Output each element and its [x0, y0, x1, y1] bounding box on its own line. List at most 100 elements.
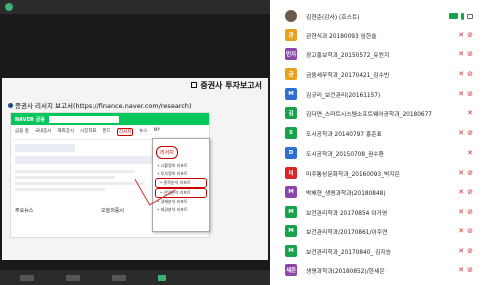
participant-status: ✕: [467, 108, 473, 117]
participant-name: 보건관리학과_20170840_ 김지승: [306, 249, 392, 256]
participant-status: ✕: [467, 148, 473, 157]
avatar: 미: [285, 167, 297, 179]
research-dropdown-header: 리서치: [156, 146, 178, 159]
participant-row[interactable]: 관 관현식과 20180093 임한솔 ✕ ⊘: [272, 25, 485, 45]
participant-row[interactable]: 김현준(강사) (호스트): [272, 6, 485, 26]
naver-menu-item: 시장지표: [79, 129, 97, 134]
research-dropdown-item: • 경제분석 리포트: [157, 199, 188, 204]
naver-menu-item: MY: [153, 128, 161, 133]
camera-off-icon: ⊘: [467, 49, 473, 58]
avatar: D: [285, 147, 297, 159]
participant-row[interactable]: 민지 광고홍보학과_20150572_유윈지 ✕ ⊘: [272, 44, 485, 64]
bullet-icon: [8, 103, 13, 108]
participant-row[interactable]: S 도시공학과 20140797 홍준표 ✕ ⊘: [272, 123, 485, 143]
slide-title: 증권사 투자보고서: [191, 80, 262, 91]
avatar: 김: [285, 107, 297, 119]
participant-row[interactable]: 김 김다연_스마트시스템소프트웨어공학과_20180677 ✕: [272, 103, 485, 123]
participant-status: ✕ ⊘: [458, 168, 473, 177]
naver-search-box: [48, 115, 119, 123]
participant-row[interactable]: D 도시공학과_20150708_권수환 ✕: [272, 143, 485, 163]
mic-off-icon: ✕: [458, 265, 465, 274]
toolbar-control[interactable]: [66, 274, 80, 281]
mic-off-icon: ✕: [458, 49, 465, 58]
participant-status: ✕ ⊘: [458, 187, 473, 196]
participant-row[interactable]: M 보건관리학과 20170854 이가영 ✕ ⊘: [272, 202, 485, 222]
mic-off-icon: ✕: [458, 128, 465, 137]
participants-panel: 김현준(강사) (호스트) 관 관현식과 20180093 임한솔 ✕ ⊘ 민지 광고홍보학…: [272, 0, 485, 285]
camera-off-icon: ⊘: [467, 89, 473, 98]
camera-off-icon: ⊘: [467, 265, 473, 274]
camera-off-icon: ⊘: [467, 128, 473, 137]
participant-name: 박해현_생명과학과(20180848): [306, 190, 386, 197]
participant-name: 미주통상문화학과_20160093_박지은: [306, 171, 400, 178]
avatar: 금: [285, 68, 297, 80]
avatar: 관: [285, 29, 297, 41]
avatar: M: [285, 245, 297, 257]
camera-off-icon: ⊘: [467, 187, 473, 196]
avatar: M: [285, 225, 297, 237]
participant-name: 김규리_보건관리(20161157): [306, 92, 381, 99]
camera-on-icon: [449, 13, 458, 19]
research-dropdown-item: • 채권분석 리포트: [157, 207, 188, 212]
participant-row[interactable]: 미 미주통상문화학과_20160093_박지은 ✕ ⊘: [272, 163, 485, 183]
mic-off-icon: ✕: [458, 187, 465, 196]
avatar: S: [285, 127, 297, 139]
camera-off-icon: ⊘: [467, 168, 473, 177]
avatar: 민지: [285, 48, 297, 60]
naver-menu-item: 해외증시: [57, 129, 74, 134]
naver-logo: NAVER 금융: [15, 116, 45, 123]
camera-off-icon: ⊘: [467, 246, 473, 255]
mic-off-icon: ✕: [458, 246, 465, 255]
naver-menu-item-active: 리서치: [116, 128, 134, 136]
participant-row[interactable]: M 보건관리학과_20170840_ 김지승 ✕ ⊘: [272, 241, 485, 261]
participant-status: [449, 12, 473, 20]
video-pane: 증권사 투자보고서 증권사 리서치 보고서(https://finance.na…: [0, 0, 270, 285]
naver-menu-item: 뉴스: [139, 129, 148, 134]
toolbar-control[interactable]: [158, 274, 166, 281]
avatar: M: [285, 186, 297, 198]
mic-off-icon: ✕: [467, 148, 473, 157]
mic-on-icon: [461, 12, 464, 20]
naver-menu-item: 금융 홈: [15, 129, 29, 134]
mic-off-icon: ✕: [458, 226, 465, 235]
mic-off-icon: ✕: [467, 108, 473, 117]
toolbar-control[interactable]: [112, 274, 126, 281]
status-indicator-icon: [5, 3, 13, 11]
avatar-photo: [285, 10, 297, 22]
shared-slide: 증권사 투자보고서 증권사 리서치 보고서(https://finance.na…: [2, 78, 268, 260]
participant-status: ✕ ⊘: [458, 128, 473, 137]
naver-section-label: 주요뉴스: [15, 208, 34, 214]
naver-menu-item: 국내증시: [34, 129, 52, 134]
camera-off-icon: ⊘: [467, 30, 473, 39]
participant-row[interactable]: 세은 생명과학과(20180852)/한세은 ✕ ⊘: [272, 260, 485, 280]
participant-status: ✕ ⊘: [458, 30, 473, 39]
participant-name: 보건관리학과/20170861/이주연: [306, 229, 388, 236]
video-bottom-bar: [0, 270, 270, 285]
participant-status: ✕ ⊘: [458, 246, 473, 255]
camera-off-icon: ⊘: [467, 226, 473, 235]
participant-name: 금융세무학과_20170421_김수빈: [306, 72, 390, 79]
mic-off-icon: ✕: [458, 207, 465, 216]
participant-name: 도시공학과_20150708_권수환: [306, 151, 384, 158]
naver-header-bar: NAVER 금융: [11, 113, 209, 125]
participant-row[interactable]: M 김규리_보건관리(20161157) ✕ ⊘: [272, 84, 485, 104]
participant-name: 생명과학과(20180852)/한세은: [306, 268, 385, 275]
toolbar-control[interactable]: [20, 274, 34, 281]
mic-off-icon: ✕: [458, 69, 465, 78]
mic-off-icon: ✕: [458, 168, 465, 177]
participant-status: ✕ ⊘: [458, 207, 473, 216]
naver-section-label: 오늘의증시: [101, 208, 125, 214]
naver-content-block: [15, 144, 75, 152]
camera-off-icon: ⊘: [467, 69, 473, 78]
participant-name: 광고홍보학과_20150572_유윈지: [306, 52, 390, 59]
mic-off-icon: ✕: [458, 30, 465, 39]
naver-menu-item: 펀드: [102, 129, 111, 134]
participant-row[interactable]: M 박해현_생명과학과(20180848) ✕ ⊘: [272, 182, 485, 202]
participant-row[interactable]: M 보건관리학과/20170861/이주연 ✕ ⊘: [272, 221, 485, 241]
avatar: M: [285, 88, 297, 100]
checkbox-square-icon: [191, 82, 198, 88]
avatar: M: [285, 206, 297, 218]
participant-row[interactable]: 금 금융세무학과_20170421_김수빈 ✕ ⊘: [272, 64, 485, 84]
participant-name: 김현준(강사) (호스트): [306, 14, 360, 21]
participant-status: ✕ ⊘: [458, 49, 473, 58]
